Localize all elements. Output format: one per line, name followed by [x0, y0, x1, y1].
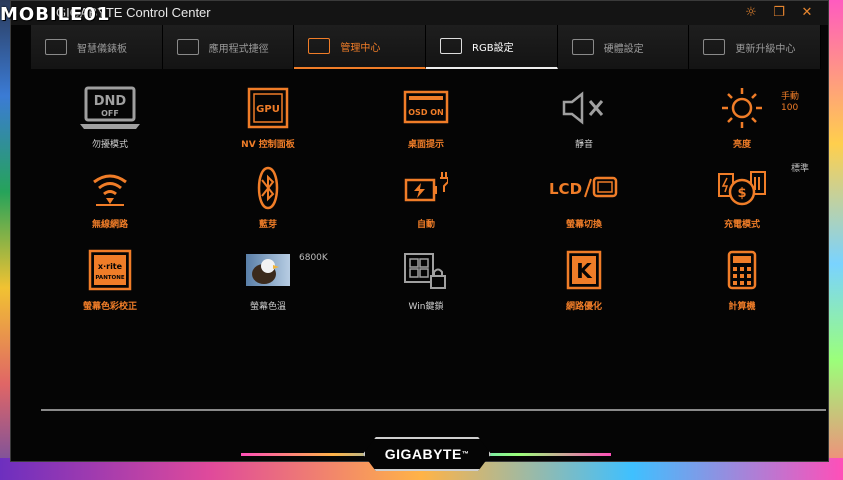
battery-plug-icon — [404, 172, 448, 202]
eagle-thumbnail-icon — [246, 254, 290, 286]
tile-dnd[interactable]: DND OFF 勿擾模式 — [31, 71, 189, 151]
desktop-background-left — [0, 0, 10, 480]
tab-label: 管理中心 — [340, 42, 381, 54]
charge-mode-icon: $ — [718, 171, 766, 206]
tile-mute[interactable]: 靜音 — [505, 71, 663, 151]
dnd-icon: DND OFF — [80, 86, 140, 129]
charge-mode-value: 標準 — [791, 164, 810, 174]
dashboard-icon — [45, 39, 67, 55]
tile-label: 靜音 — [574, 140, 593, 150]
dnd-icon-text: DND — [94, 94, 127, 109]
tile-label: NV 控制面板 — [241, 140, 295, 150]
mute-icon — [562, 91, 604, 125]
wifi-icon — [93, 174, 127, 206]
tile-label: 螢幕色溫 — [249, 302, 286, 312]
gpu-icon: GPU — [247, 87, 289, 129]
tile-charge-mode[interactable]: $ 標準 充電模式 — [663, 151, 821, 233]
tile-label: Win鍵鎖 — [408, 302, 444, 312]
tile-wifi[interactable]: 無線網路 — [31, 151, 189, 233]
tile-win-lock[interactable]: Win鍵鎖 — [347, 233, 505, 315]
dnd-icon-state: OFF — [101, 109, 119, 118]
watermark-logo: MOBILE01 — [0, 4, 111, 25]
lcd-icon-text: LCD — [549, 180, 582, 198]
brand-trademark: ™ — [461, 450, 470, 458]
management-panel: DND OFF 勿擾模式 GPU NV 控制面板 OSD ON 桌面提示 靜音 … — [31, 71, 826, 411]
tab-hardware[interactable]: 硬體設定 — [557, 25, 690, 69]
tile-label: 自動 — [416, 220, 435, 230]
display-switch-icon: LCD — [549, 176, 618, 198]
tile-bluetooth[interactable]: 藍芽 — [189, 151, 347, 233]
xrite-pantone-icon: x·rite PANTONE — [88, 249, 132, 291]
tile-brightness[interactable]: 手動 100 亮度 — [663, 71, 821, 151]
tile-color-calibration[interactable]: x·rite PANTONE 螢幕色彩校正 — [31, 233, 189, 315]
tile-label: 網路優化 — [565, 302, 602, 312]
tile-label: 螢幕色彩校正 — [82, 302, 137, 312]
tile-osd[interactable]: OSD ON 桌面提示 — [347, 71, 505, 151]
osd-icon-text: OSD ON — [408, 108, 443, 117]
close-icon[interactable]: ✕ — [800, 4, 814, 20]
tile-label: 勿擾模式 — [91, 140, 128, 150]
tab-label: 應用程式捷徑 — [208, 43, 269, 55]
tab-bar: 智慧儀錶板 應用程式捷徑 管理中心 RGB設定 硬體設定 更新升級中心 — [31, 25, 822, 69]
tile-label: 桌面提示 — [407, 140, 444, 150]
tile-label: 藍芽 — [258, 220, 277, 230]
killer-network-icon: K — [566, 250, 602, 290]
color-temp-value: 6800K — [299, 253, 328, 263]
tile-display-switch[interactable]: LCD 螢幕切換 — [505, 151, 663, 233]
tab-management[interactable]: 管理中心 — [294, 25, 427, 69]
tile-label: 充電模式 — [723, 220, 760, 230]
control-center-window: GIGABYTE Control Center ☼ ❐ ✕ 智慧儀錶板 應用程式… — [10, 0, 829, 471]
apps-icon — [176, 39, 199, 55]
section-divider — [41, 409, 826, 411]
title-bar: GIGABYTE Control Center ☼ ❐ ✕ — [11, 1, 828, 25]
xrite-text: x·rite — [98, 262, 123, 271]
calculator-icon — [727, 250, 757, 290]
tile-label: 亮度 — [732, 140, 751, 150]
osd-icon: OSD ON — [403, 90, 449, 124]
brightness-value: 100 — [781, 103, 799, 113]
tile-label: 計算機 — [728, 302, 756, 312]
tab-update[interactable]: 更新升級中心 — [689, 25, 822, 69]
restore-icon[interactable]: ❐ — [772, 4, 786, 20]
tab-label: 智慧儀錶板 — [77, 43, 127, 55]
desktop-background-right — [829, 0, 843, 480]
gigabyte-logo: GIGABYTE ™ — [363, 437, 491, 471]
keyboard-icon — [440, 38, 463, 54]
settings-icon[interactable]: ☼ — [744, 4, 758, 20]
tile-color-temperature[interactable]: 6800K 螢幕色溫 — [189, 233, 347, 315]
brand-text: GIGABYTE — [384, 446, 462, 462]
window-controls: ☼ ❐ ✕ — [744, 4, 814, 20]
gpu-icon-text: GPU — [256, 104, 280, 115]
tile-power-mode[interactable]: 自動 — [347, 151, 505, 233]
tile-label: 無線網路 — [91, 220, 128, 230]
tab-label: 更新升級中心 — [735, 43, 796, 55]
bluetooth-icon — [257, 166, 279, 210]
tab-app-shortcuts[interactable]: 應用程式捷徑 — [162, 25, 295, 69]
tab-label: RGB設定 — [472, 42, 514, 54]
laptop-icon — [571, 39, 594, 55]
tab-dashboard[interactable]: 智慧儀錶板 — [31, 25, 163, 69]
sun-icon — [722, 88, 762, 128]
killer-icon-text: K — [576, 259, 593, 283]
tab-label: 硬體設定 — [603, 43, 644, 55]
feature-grid: DND OFF 勿擾模式 GPU NV 控制面板 OSD ON 桌面提示 靜音 … — [31, 71, 821, 315]
tile-calculator[interactable]: 計算機 — [663, 233, 821, 315]
brightness-mode: 手動 — [781, 92, 800, 102]
update-icon — [703, 39, 726, 55]
tab-rgb[interactable]: RGB設定 — [426, 25, 558, 69]
tile-nv-control-panel[interactable]: GPU NV 控制面板 — [189, 71, 347, 151]
svg-text:$: $ — [737, 186, 746, 201]
tile-label: 螢幕切換 — [565, 220, 602, 230]
windows-lock-icon — [404, 253, 446, 289]
pantone-text: PANTONE — [95, 275, 124, 281]
tile-network-optimization[interactable]: K 網路優化 — [505, 233, 663, 315]
manage-icon — [308, 38, 331, 54]
